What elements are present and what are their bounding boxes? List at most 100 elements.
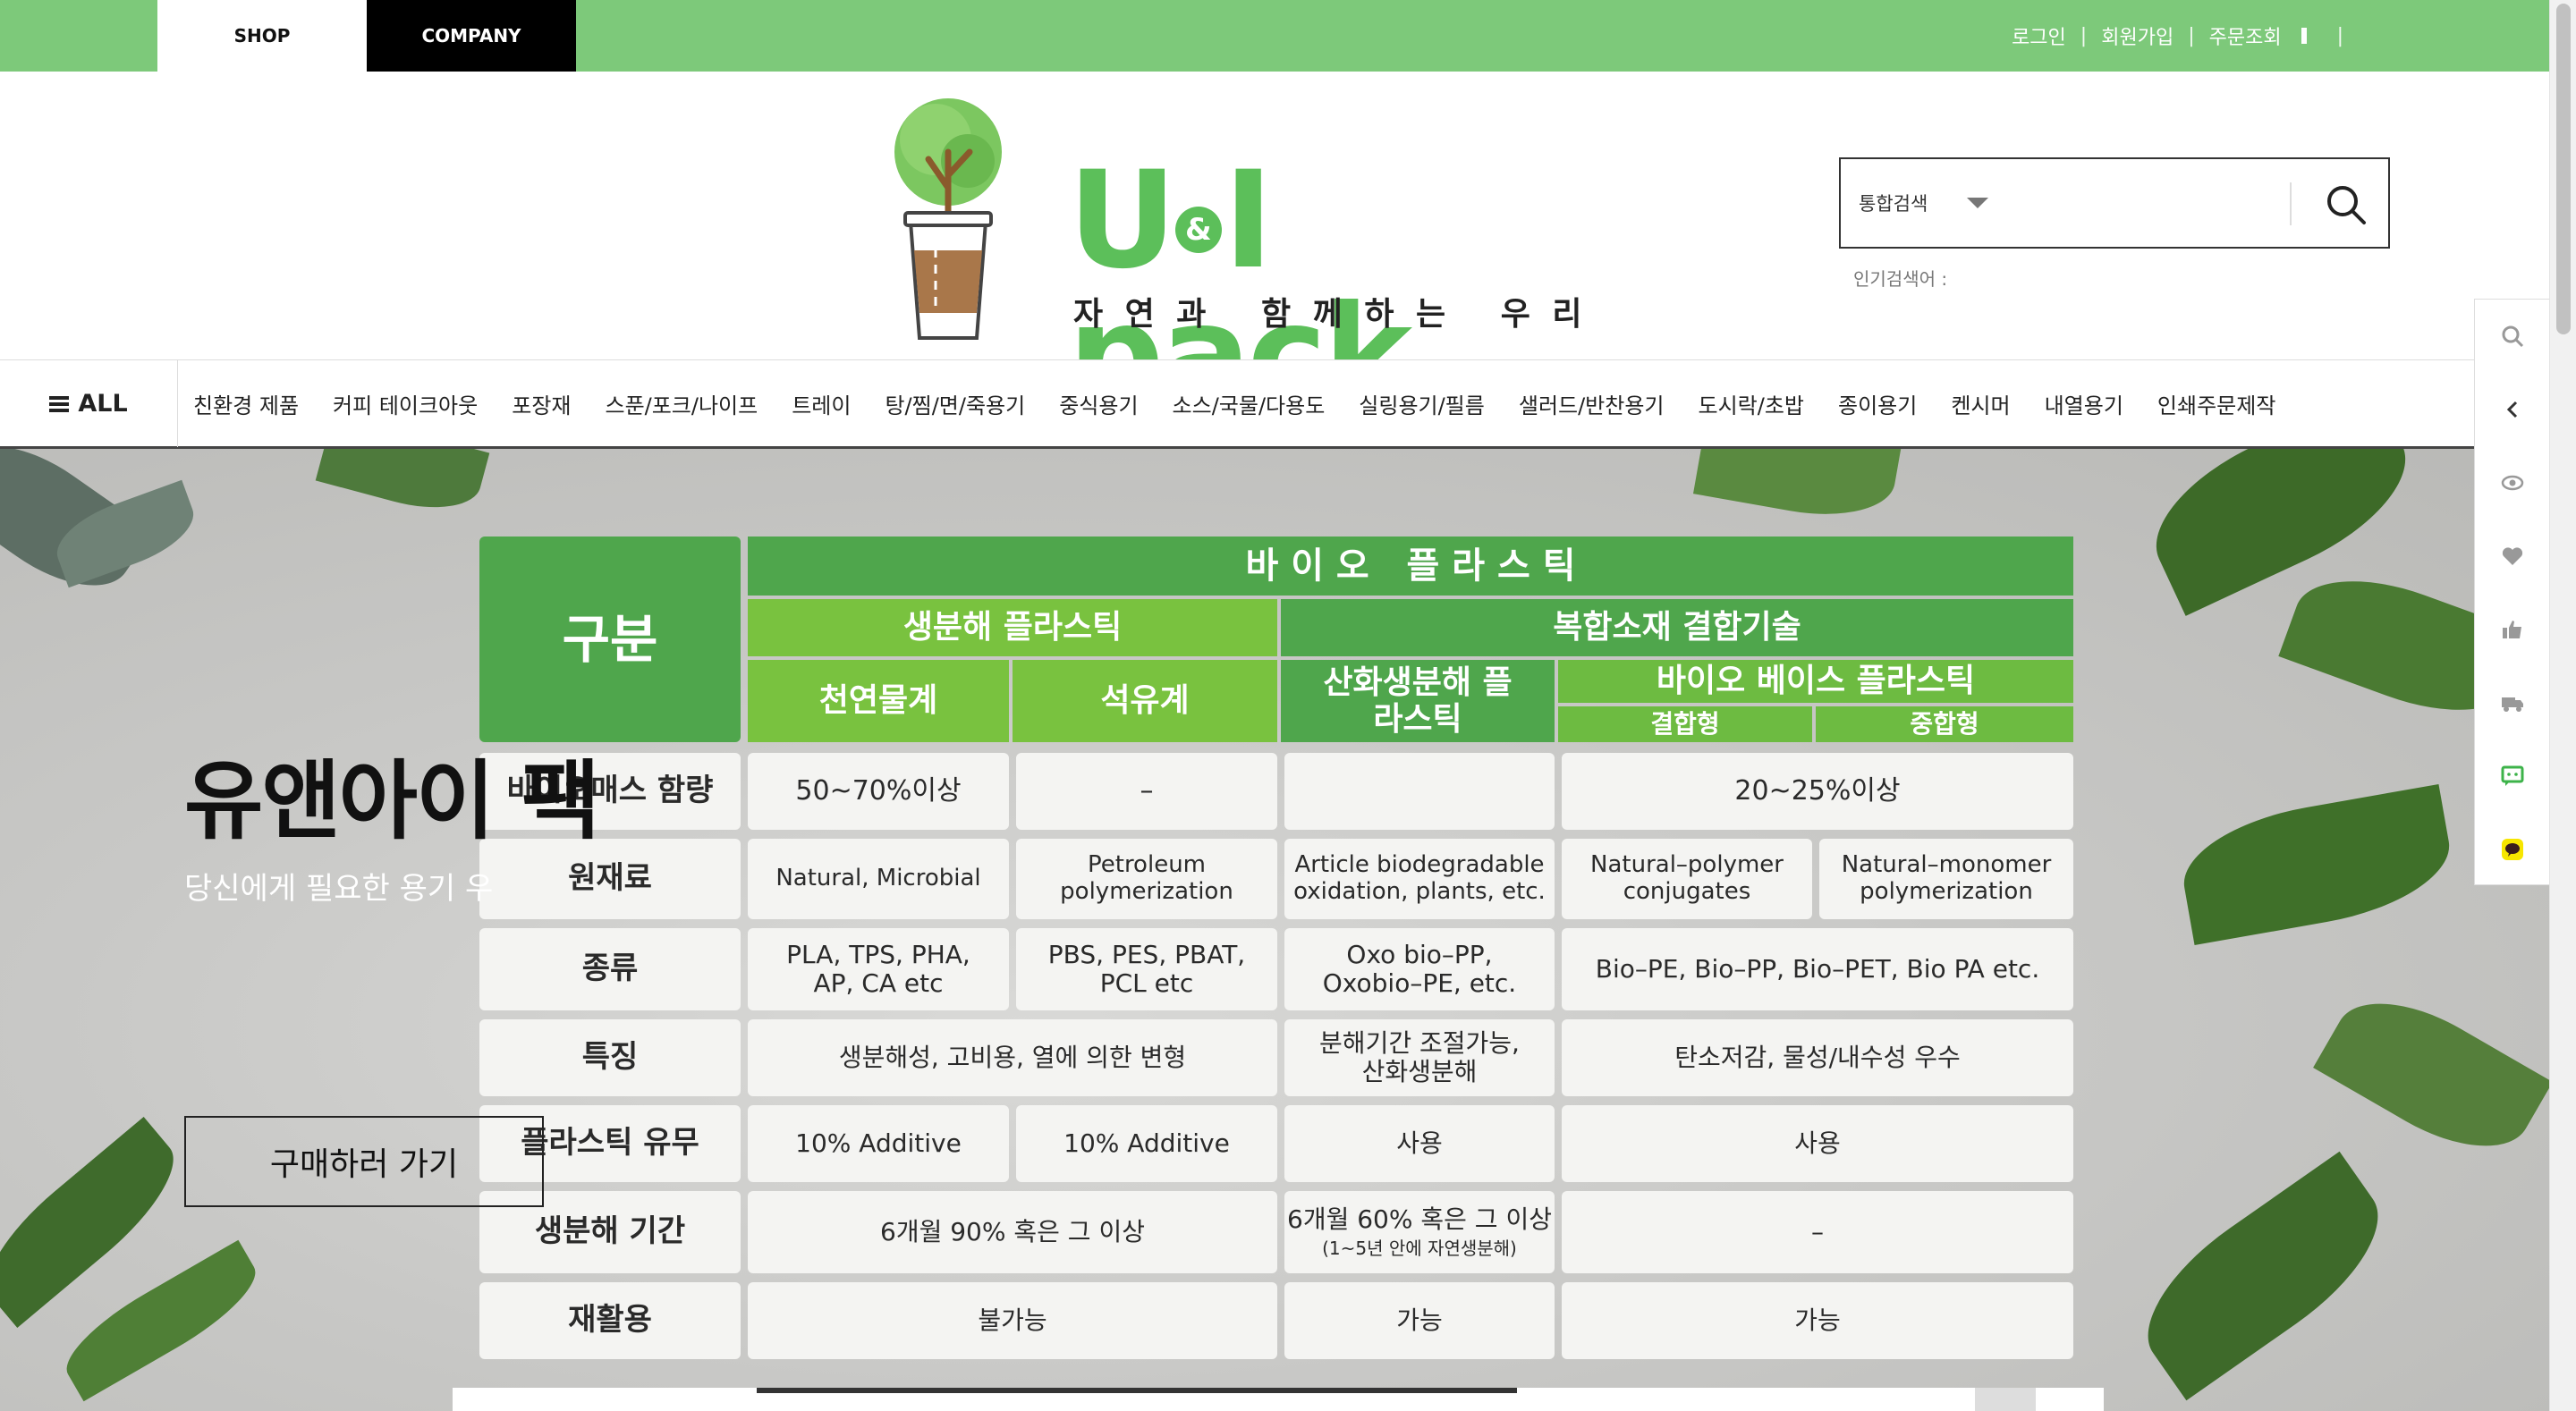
table-sub-header: 결합형 bbox=[1558, 706, 1812, 742]
table-corner: 구분 bbox=[479, 537, 741, 742]
order-lookup-link[interactable]: 주문조회 bbox=[2209, 21, 2282, 50]
hamburger-icon bbox=[49, 395, 70, 412]
table-cell: Natural–monomer polymerization bbox=[1819, 839, 2073, 919]
popular-keywords-label: 인기검색어 : bbox=[1853, 268, 1948, 290]
tab-company[interactable]: COMPANY bbox=[367, 0, 576, 72]
rail-search[interactable] bbox=[2475, 300, 2550, 373]
quick-menu-rail bbox=[2474, 299, 2549, 885]
table-cell: Natural, Microbial bbox=[748, 839, 1009, 919]
thumbs-up-icon bbox=[2503, 621, 2521, 638]
search-scope-select[interactable]: 통합검색 bbox=[1859, 159, 1989, 247]
search-divider bbox=[2290, 182, 2292, 225]
leaf-decoration bbox=[315, 449, 490, 522]
leaf-decoration bbox=[2119, 1151, 2407, 1401]
nav-item[interactable]: 커피 테이크아웃 bbox=[333, 388, 478, 419]
nav-item[interactable]: 도시락/초밥 bbox=[1699, 388, 1805, 419]
nav-item[interactable]: 내열용기 bbox=[2045, 388, 2123, 419]
nav-item[interactable]: 스푼/포크/나이프 bbox=[605, 388, 758, 419]
table-cell: PBS, PES, PBAT, PCL etc bbox=[1016, 928, 1277, 1010]
link-separator: | bbox=[2336, 24, 2343, 47]
chevron-left-icon bbox=[2506, 401, 2518, 418]
bioplastic-comparison-table: 구분 바 이 오 플 라 스 틱 생분해 플라스틱 복합소재 결합기술 천연물계… bbox=[479, 537, 2073, 1359]
kakao-talk-icon bbox=[2502, 839, 2523, 860]
site-logo[interactable]: U &I pack 자 연 과 함 께 하 는 우 리 bbox=[882, 89, 1581, 422]
table-cell: 불가능 bbox=[748, 1282, 1277, 1359]
tab-shop[interactable]: SHOP bbox=[157, 0, 367, 72]
slider-control[interactable] bbox=[1975, 1388, 2036, 1411]
link-separator: | bbox=[2188, 24, 2195, 47]
scrollbar-thumb[interactable] bbox=[2556, 4, 2571, 334]
slider-bar bbox=[453, 1388, 2104, 1411]
table-cell: Article biodegradable oxidation, plants,… bbox=[1284, 839, 1555, 919]
hero-title: 유앤아이 팩 bbox=[184, 751, 600, 851]
leaf-decoration bbox=[2313, 975, 2549, 1175]
nav-item[interactable]: 중식용기 bbox=[1059, 388, 1138, 419]
heart-icon bbox=[2502, 547, 2523, 565]
hero-subtitle: 당신에게 필요한 용기 우 bbox=[184, 871, 494, 907]
rail-wishlist[interactable] bbox=[2475, 520, 2550, 593]
leaf-decoration bbox=[2174, 783, 2460, 946]
nav-item[interactable]: 인쇄주문제작 bbox=[2157, 388, 2275, 419]
top-links: 로그인 | 회원가입 | 주문조회 | bbox=[2012, 0, 2343, 72]
signup-link[interactable]: 회원가입 bbox=[2101, 21, 2174, 50]
buy-now-button[interactable]: 구매하러 가기 bbox=[184, 1116, 544, 1207]
nav-item[interactable]: 소스/국물/다용도 bbox=[1173, 388, 1326, 419]
table-cell: Natural–polymer conjugates bbox=[1562, 839, 1812, 919]
nav-item[interactable]: 탕/찜/면/죽용기 bbox=[885, 388, 1025, 419]
search-icon bbox=[2502, 325, 2524, 348]
table-cell-text: 6개월 60% 혹은 그 이상 bbox=[1287, 1204, 1552, 1235]
table-cell: Oxo bio–PP, Oxobio–PE, etc. bbox=[1284, 928, 1555, 1010]
table-cell-note: (1~5년 안에 자연생분해) bbox=[1322, 1237, 1517, 1259]
rail-toggle[interactable] bbox=[2475, 373, 2550, 446]
rail-kakao[interactable] bbox=[2475, 813, 2550, 886]
nav-item[interactable]: 실링용기/필름 bbox=[1359, 388, 1485, 419]
all-categories-button[interactable]: ALL bbox=[0, 360, 178, 447]
table-col-header: 석유계 bbox=[1013, 660, 1277, 742]
eye-icon bbox=[2501, 475, 2524, 491]
table-cell: 사용 bbox=[1562, 1105, 2073, 1182]
nav-item[interactable]: 친환경 제품 bbox=[193, 388, 299, 419]
table-cell: 10% Additive bbox=[748, 1105, 1009, 1182]
main-nav: ALL 친환경 제품 커피 테이크아웃 포장재 스푼/포크/나이프 트레이 탕/… bbox=[0, 359, 2474, 449]
table-cell: 분해기간 조절가능, 산화생분해 bbox=[1284, 1019, 1555, 1096]
table-sub-header: 중합형 bbox=[1816, 706, 2073, 742]
slider-indicator[interactable] bbox=[757, 1388, 1517, 1393]
table-group-header: 복합소재 결합기술 bbox=[1281, 599, 2073, 656]
brand-slogan: 자 연 과 함 께 하 는 우 리 bbox=[1073, 296, 1588, 333]
table-cell: 사용 bbox=[1284, 1105, 1555, 1182]
rail-recent[interactable] bbox=[2475, 446, 2550, 520]
nav-item[interactable]: 종이용기 bbox=[1838, 388, 1917, 419]
table-cell: 20~25%이상 bbox=[1562, 753, 2073, 830]
table-cell: 6개월 60% 혹은 그 이상 (1~5년 안에 자연생분해) bbox=[1284, 1191, 1555, 1273]
table-cell: 6개월 90% 혹은 그 이상 bbox=[748, 1191, 1277, 1273]
table-cell: 생분해성, 고비용, 열에 의한 변형 bbox=[748, 1019, 1277, 1096]
table-col-header: 천연물계 bbox=[748, 660, 1009, 742]
caret-down-icon bbox=[1967, 198, 1989, 208]
table-cell: 가능 bbox=[1284, 1282, 1555, 1359]
chat-green-icon bbox=[2501, 765, 2524, 786]
table-row-label: 특징 bbox=[479, 1019, 741, 1096]
rail-delivery[interactable] bbox=[2475, 666, 2550, 739]
table-cell: Bio–PE, Bio–PP, Bio–PET, Bio PA etc. bbox=[1562, 928, 2073, 1010]
nav-item[interactable]: 트레이 bbox=[792, 388, 851, 419]
search-box: 통합검색 bbox=[1839, 157, 2390, 249]
nav-item[interactable]: 켄시머 bbox=[1951, 388, 2010, 419]
table-cell: – bbox=[1562, 1191, 2073, 1273]
table-row-label: 재활용 bbox=[479, 1282, 741, 1359]
search-icon[interactable] bbox=[2324, 182, 2368, 227]
table-cell: 10% Additive bbox=[1016, 1105, 1277, 1182]
category-list: 친환경 제품 커피 테이크아웃 포장재 스푼/포크/나이프 트레이 탕/찜/면/… bbox=[193, 360, 2275, 447]
table-cell: 50~70%이상 bbox=[748, 753, 1009, 830]
login-link[interactable]: 로그인 bbox=[2012, 21, 2066, 50]
nav-item[interactable]: 포장재 bbox=[512, 388, 571, 419]
bar-icon bbox=[2301, 28, 2307, 44]
table-cell: PLA, TPS, PHA, AP, CA etc bbox=[748, 928, 1009, 1010]
link-separator: | bbox=[2080, 24, 2088, 47]
rail-chat[interactable] bbox=[2475, 739, 2550, 813]
search-scope-label: 통합검색 bbox=[1859, 193, 1928, 215]
top-bar: SHOP COMPANY 로그인 | 회원가입 | 주문조회 | bbox=[0, 0, 2549, 72]
table-cell bbox=[1284, 753, 1555, 830]
rail-like[interactable] bbox=[2475, 593, 2550, 666]
nav-item[interactable]: 샐러드/반찬용기 bbox=[1519, 388, 1665, 419]
page-scrollbar[interactable] bbox=[2549, 0, 2576, 1411]
